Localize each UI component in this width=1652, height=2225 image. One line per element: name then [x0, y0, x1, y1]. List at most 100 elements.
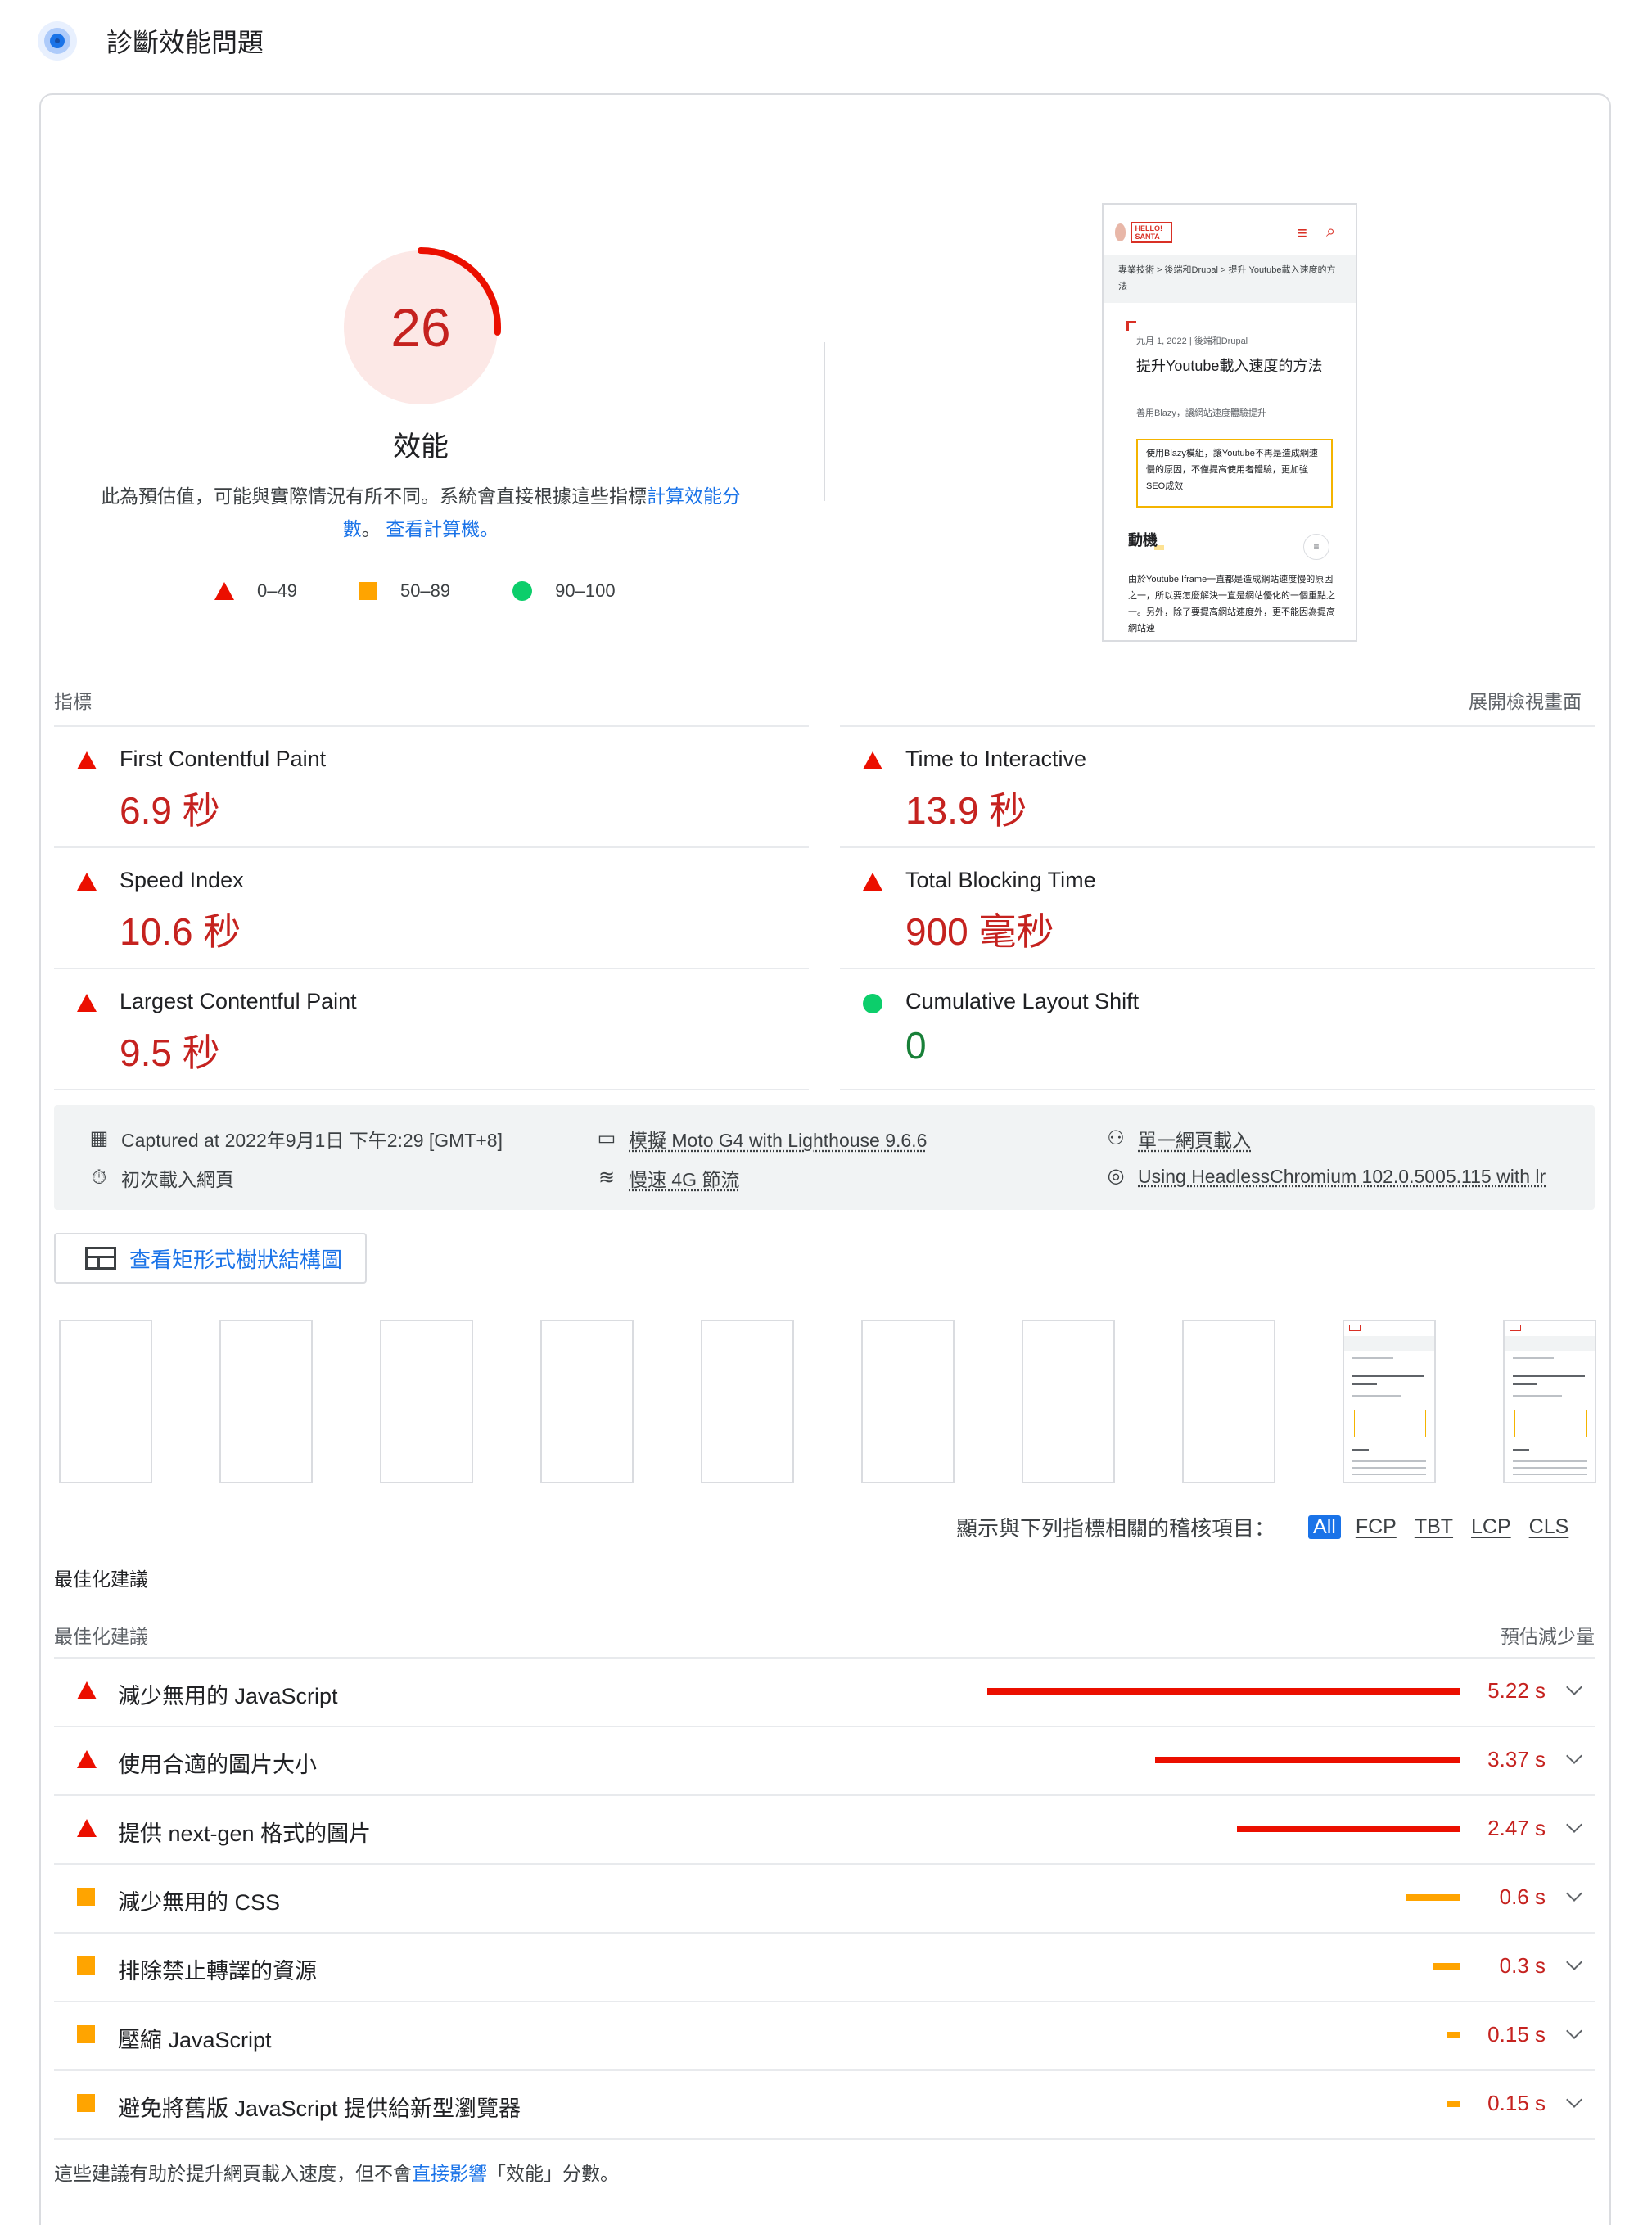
chevron-down-icon[interactable] [1566, 2023, 1582, 2039]
chevron-down-icon[interactable] [1566, 2092, 1582, 2108]
opportunity-row[interactable]: 排除禁止轉譯的資源 0.3 s [54, 1932, 1595, 2001]
audit-filter-label: 顯示與下列指標相關的稽核項目： [956, 1515, 1276, 1541]
metric-item: Largest Contentful Paint 9.5 秒 [54, 968, 809, 1087]
final-screenshot[interactable]: HELLO! SANTA ≡ ⌕ 專業技術 > 後端和Drupal > 提升 Y… [1102, 203, 1357, 642]
metric-item: Cumulative Layout Shift 0 [840, 968, 1595, 1087]
metric-divider [54, 1089, 809, 1090]
filmstrip-frame [701, 1320, 794, 1483]
savings-value: 3.37 s [1487, 1747, 1546, 1771]
mini-line [1513, 1467, 1587, 1469]
score-legend: 0–49 50–89 90–100 [214, 576, 678, 606]
network-throttling-text[interactable]: 慢速 4G 節流 [629, 1164, 739, 1192]
savings-value: 0.6 s [1499, 1884, 1546, 1909]
average-square-icon [77, 1956, 95, 1975]
metric-name: Cumulative Layout Shift [905, 989, 1140, 1013]
calculator-link[interactable]: 查看計算機。 [386, 518, 499, 539]
corner-mark-icon [1126, 321, 1136, 331]
fail-triangle-icon [77, 1681, 97, 1699]
site-logo: HELLO! SANTA [1115, 221, 1172, 244]
emulated-device-text[interactable]: 模擬 Moto G4 with Lighthouse 9.6.6 [629, 1125, 927, 1153]
savings-bar [1447, 2101, 1460, 2107]
metric-status [77, 873, 97, 891]
opportunities-col-left: 最佳化建議 [54, 1626, 148, 1647]
metric-value: 10.6 秒 [120, 910, 241, 953]
metric-name: Time to Interactive [905, 747, 1087, 771]
toc-icon: ≡ [1303, 534, 1329, 560]
mini-line [1352, 1449, 1369, 1451]
filter-chip-all[interactable]: All [1308, 1514, 1341, 1539]
filter-chip-tbt[interactable]: TBT [1411, 1515, 1456, 1539]
savings-value: 5.22 s [1487, 1678, 1546, 1703]
site-logo-text: HELLO! SANTA [1131, 222, 1172, 243]
metric-name: Largest Contentful Paint [120, 989, 357, 1013]
opportunity-row[interactable]: 提供 next-gen 格式的圖片 2.47 s [54, 1794, 1595, 1863]
filmstrip-frame [219, 1320, 313, 1483]
direct-impact-link[interactable]: 直接影響 [412, 2163, 487, 2184]
fail-triangle-icon [77, 873, 97, 891]
opportunity-row[interactable]: 減少無用的 JavaScript 5.22 s [54, 1657, 1595, 1726]
metric-name: Total Blocking Time [905, 868, 1096, 892]
chevron-down-icon[interactable] [1566, 1679, 1582, 1695]
opportunities-title: 最佳化建議 [54, 1568, 148, 1590]
filmstrip-frame-rendered [1343, 1320, 1436, 1483]
opportunity-status [77, 1956, 95, 1975]
opportunity-name: 排除禁止轉譯的資源 [118, 1959, 317, 1984]
chevron-down-icon[interactable] [1566, 1954, 1582, 1970]
metric-status [863, 873, 882, 891]
opportunity-status [77, 1681, 97, 1699]
screenshot-heading: 動機 [1128, 532, 1158, 548]
hamburger-menu-icon: ≡ [1297, 223, 1307, 243]
legend-fail-label: 0–49 [257, 580, 297, 601]
mini-line [1352, 1467, 1426, 1469]
expand-view-toggle[interactable]: 展開檢視畫面 [1277, 686, 1582, 714]
opportunities-col-right: 預估減少量 [1501, 1626, 1595, 1647]
chevron-down-icon[interactable] [1566, 1748, 1582, 1764]
opportunity-row[interactable]: 避免將舊版 JavaScript 提供給新型瀏覽器 0.15 s [54, 2069, 1595, 2138]
audit-filter: 顯示與下列指標相關的稽核項目： All FCP TBT LCP CLS [956, 1513, 1572, 1541]
metric-item: Speed Index 10.6 秒 [54, 846, 809, 966]
view-treemap-button[interactable]: 查看矩形式樹狀結構圖 [54, 1233, 367, 1284]
search-icon: ⌕ [1326, 223, 1336, 241]
page-header: 診斷效能問題 [36, 18, 264, 64]
opportunity-row[interactable]: 使用合適的圖片大小 3.37 s [54, 1726, 1595, 1794]
opportunities-footnote: 這些建議有助於提升網頁載入速度，但不會直接影響「效能」分數。 [54, 2158, 619, 2186]
savings-bar [1433, 1963, 1460, 1970]
mini-line [1352, 1460, 1426, 1462]
chrome-icon: ◎ [1107, 1165, 1125, 1187]
mini-box [1354, 1410, 1426, 1437]
metric-value: 9.5 秒 [120, 1031, 220, 1074]
legend-average-label: 50–89 [399, 580, 451, 601]
mini-line [1513, 1375, 1585, 1377]
mini-line [1513, 1474, 1587, 1475]
screenshot-subtitle: 善用Blazy，讓網站速度體驗提升 [1136, 408, 1266, 418]
chevron-down-icon[interactable] [1566, 1817, 1582, 1833]
initial-load-text: 初次載入網頁 [121, 1169, 234, 1190]
filter-chip-cls[interactable]: CLS [1526, 1515, 1573, 1539]
screenshot-highlight-box: 使用Blazy模組，讓Youtube不再是造成網速慢的原因，不僅提高使用者體驗，… [1136, 439, 1333, 508]
mini-line [1513, 1383, 1537, 1385]
chevron-down-icon[interactable] [1566, 1885, 1582, 1902]
opportunity-row[interactable]: 壓縮 JavaScript 0.15 s [54, 2001, 1595, 2069]
browser-info-clip: ◎ Using HeadlessChromium 102.0.5005.115 … [1104, 1159, 1567, 1200]
opportunity-name: 提供 next-gen 格式的圖片 [118, 1821, 372, 1846]
metric-item: Time to Interactive 13.9 秒 [840, 725, 1595, 845]
gauge-description: 此為預估值，可能與實際情況有所不同。系統會直接根據這些指標計算效能分數。 查看計… [85, 480, 756, 545]
mini-line [1513, 1395, 1562, 1397]
browser-info-text[interactable]: Using HeadlessChromium 102.0.5005.115 wi… [1138, 1166, 1546, 1188]
fail-triangle-icon [214, 582, 234, 600]
santa-icon [1115, 223, 1126, 241]
metric-value: 6.9 秒 [120, 789, 220, 832]
page-load-type-text[interactable]: 單一網頁載入 [1138, 1125, 1251, 1153]
filter-chip-lcp[interactable]: LCP [1468, 1515, 1514, 1539]
calendar-icon: ▦ [89, 1127, 109, 1149]
browser-info: ◎ Using HeadlessChromium 102.0.5005.115 … [1104, 1164, 1546, 1189]
filter-chip-fcp[interactable]: FCP [1352, 1515, 1400, 1539]
metric-name: Speed Index [120, 868, 244, 892]
mini-box [1514, 1410, 1587, 1437]
savings-bar [1237, 1826, 1460, 1832]
metric-item: Total Blocking Time 900 毫秒 [840, 846, 1595, 966]
gauge-desc-text: 此為預估值，可能與實際情況有所不同。系統會直接根據這些指標 [101, 485, 647, 507]
opportunity-row[interactable]: 減少無用的 CSS 0.6 s [54, 1863, 1595, 1932]
mini-line [1352, 1375, 1424, 1377]
screenshot-topbar: HELLO! SANTA ≡ ⌕ [1115, 216, 1347, 249]
